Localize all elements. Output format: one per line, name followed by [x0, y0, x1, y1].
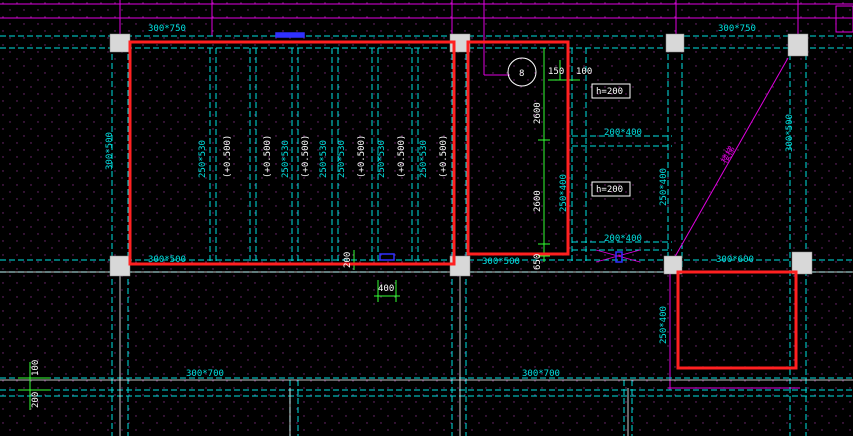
- joist-label: 250*530: [419, 140, 429, 178]
- beam-label: 300*700: [522, 369, 560, 379]
- joist-label: 250*530: [319, 140, 329, 178]
- beam-label: 250*400: [559, 174, 569, 212]
- dimension-label: 2600: [533, 190, 543, 212]
- beam-label: 300*500: [148, 255, 186, 265]
- structural-plan-drawing[interactable]: 300*750 300*750 300*500 300*500 300*500 …: [0, 0, 853, 436]
- joist-label: 250*530: [377, 140, 387, 178]
- beam-label: 200*400: [604, 128, 642, 138]
- dimension-label: 100: [31, 360, 41, 376]
- beam-label: 250*400: [659, 306, 669, 344]
- beam-label: 200*400: [604, 234, 642, 244]
- beam-label: 250*400: [659, 168, 669, 206]
- axis-label: 8: [519, 69, 524, 79]
- beam-label: 300*600: [716, 255, 754, 265]
- height-label: h=200: [596, 185, 623, 195]
- beam-label: 300*750: [148, 24, 186, 34]
- beam-label: 300*750: [718, 24, 756, 34]
- joist-label: (+0.500): [301, 135, 311, 178]
- dimension-label: 200: [343, 252, 353, 268]
- joist-label: (+0.500): [223, 135, 233, 178]
- beam-label: 300*500: [105, 132, 115, 170]
- joist-label: 250*530: [337, 140, 347, 178]
- joist-label: (+0.500): [439, 135, 449, 178]
- column: [109, 255, 131, 277]
- joist-label: 250*530: [198, 140, 208, 178]
- dimension-label: 200: [31, 392, 41, 408]
- column: [665, 33, 685, 53]
- cad-drawing-canvas[interactable]: 300*750 300*750 300*500 300*500 300*500 …: [0, 0, 853, 436]
- joist-label: (+0.500): [263, 135, 273, 178]
- height-label: h=200: [596, 87, 623, 97]
- joist-label: (+0.500): [357, 135, 367, 178]
- dimension-label: 100: [576, 67, 592, 77]
- column: [109, 33, 131, 53]
- beam-label: 300*700: [186, 369, 224, 379]
- dimension-label: 400: [378, 284, 394, 294]
- column: [787, 33, 809, 57]
- beam-label: 300*500: [482, 257, 520, 267]
- joist-label: 250*530: [281, 140, 291, 178]
- beam-label: 300*500: [785, 114, 795, 152]
- dimension-label: 150: [548, 67, 564, 77]
- dimension-label: 650: [533, 254, 543, 270]
- joist-label: (+0.500): [397, 135, 407, 178]
- dimension-label: 2600: [533, 102, 543, 124]
